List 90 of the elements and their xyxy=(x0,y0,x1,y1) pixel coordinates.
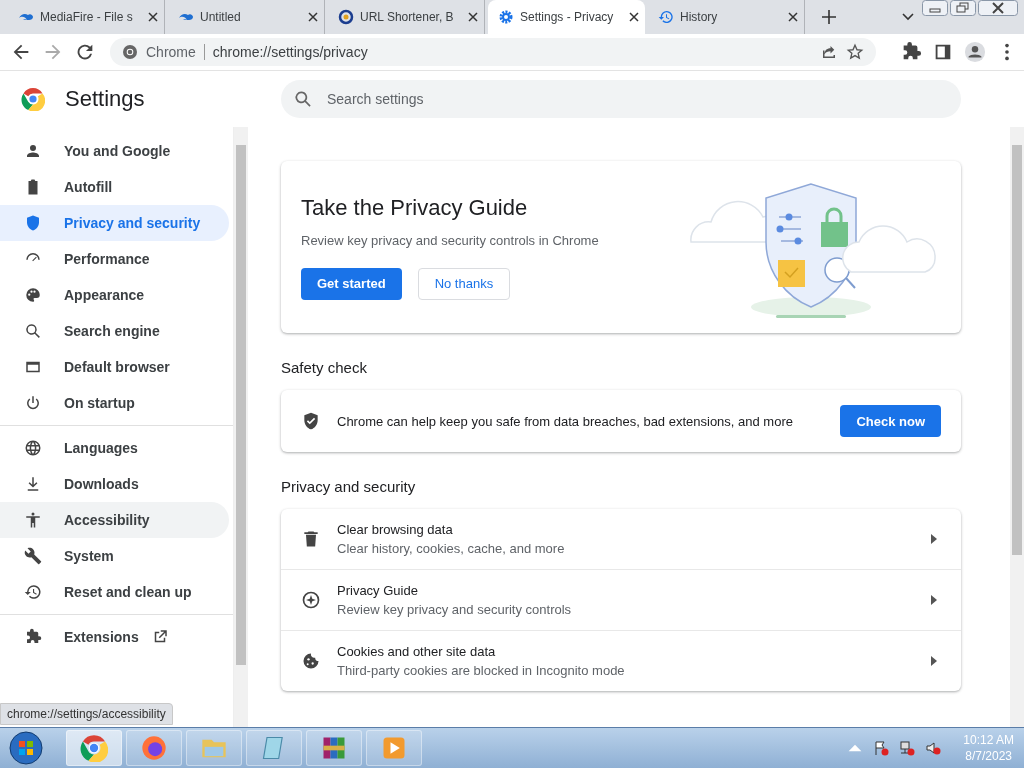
close-icon[interactable] xyxy=(629,12,639,22)
nav-icon xyxy=(24,547,42,565)
nav-icon xyxy=(24,214,42,232)
section-heading: Privacy and security xyxy=(281,478,417,495)
url-text: chrome://settings/privacy xyxy=(212,44,368,60)
arrow-icon xyxy=(931,656,937,666)
star-icon[interactable] xyxy=(846,43,864,61)
close-icon[interactable] xyxy=(978,0,1018,16)
tab-title: History xyxy=(680,10,719,24)
tab-title: MediaFire - File s xyxy=(40,10,134,24)
tab-title: Settings - Privacy xyxy=(520,10,615,24)
nav-icon xyxy=(24,286,42,304)
sidebar-item[interactable]: Autofill xyxy=(0,169,229,205)
sidebar-item[interactable]: Search engine xyxy=(0,313,229,349)
tab-title: URL Shortener, B xyxy=(360,10,455,24)
arrow-icon xyxy=(931,534,937,544)
safety-check-text: Chrome can help keep you safe from data breaches, bad extensions, and more xyxy=(337,413,794,429)
search-icon xyxy=(293,89,313,109)
sidebar-item[interactable]: Languages xyxy=(0,430,229,466)
nav-icon xyxy=(24,583,42,601)
settings-row[interactable]: Privacy Guide Review key privacy and security controls xyxy=(281,570,961,631)
restore-icon[interactable] xyxy=(950,0,976,16)
puzzle-icon xyxy=(24,628,42,646)
page-title: Settings xyxy=(65,86,145,112)
archive-taskbar-button[interactable] xyxy=(306,730,362,766)
search-field[interactable]: Search settings xyxy=(281,80,961,118)
shield-icon xyxy=(301,411,321,431)
site-label: Chrome xyxy=(146,44,196,60)
sidebar-item[interactable]: Appearance xyxy=(0,277,229,313)
nav-icon xyxy=(24,394,42,412)
chrome-taskbar-button[interactable] xyxy=(66,730,122,766)
row-title: Clear browsing data xyxy=(337,522,454,537)
time-text: 10:12 AM xyxy=(963,732,1014,748)
avatar-icon[interactable] xyxy=(964,41,986,63)
firefox-taskbar-button[interactable] xyxy=(126,730,182,766)
minimize-icon[interactable] xyxy=(922,0,948,16)
section-heading: Safety check xyxy=(281,359,368,376)
row-subtitle: Review key privacy and security controls xyxy=(337,602,573,617)
settings-row[interactable]: Clear browsing data Clear history, cookies, cache, and more xyxy=(281,509,961,570)
row-subtitle: Third-party cookies are blocked in Incognito mode xyxy=(337,663,626,678)
settings-icon xyxy=(498,9,514,25)
chrome-logo-icon xyxy=(80,734,108,762)
start-button[interactable] xyxy=(8,730,44,766)
close-icon[interactable] xyxy=(308,12,318,22)
row-title: Cookies and other site data xyxy=(337,644,497,659)
sidebar-item[interactable]: You and Google xyxy=(0,133,229,169)
browser-logo-icon xyxy=(140,734,168,762)
sidebar-item[interactable]: Performance xyxy=(0,241,229,277)
close-icon[interactable] xyxy=(148,12,158,22)
row-title: Privacy Guide xyxy=(337,583,419,598)
chrome-logo-icon xyxy=(122,44,138,60)
sidebar-item[interactable]: Downloads xyxy=(0,466,229,502)
browser-tab[interactable]: Settings - Privacy xyxy=(488,0,645,34)
scrollbar[interactable] xyxy=(1010,127,1024,727)
nav-icon xyxy=(24,511,42,529)
check-now-button[interactable]: Check now xyxy=(840,405,941,437)
sidebar-item[interactable]: Default browser xyxy=(0,349,229,385)
row-subtitle: Clear history, cookies, cache, and more xyxy=(337,541,566,556)
network-icon[interactable] xyxy=(899,740,916,756)
address-bar[interactable]: Chrome chrome://settings/privacy xyxy=(110,38,876,66)
sidebar-item[interactable]: Accessibility xyxy=(0,502,229,538)
nav-icon xyxy=(24,439,42,457)
flag-icon[interactable] xyxy=(873,740,890,756)
card-title: Take the Privacy Guide xyxy=(301,194,529,221)
chrome-logo-icon xyxy=(21,87,45,111)
scrollbar[interactable] xyxy=(234,127,248,727)
tab-title: Untitled xyxy=(200,10,242,24)
get-started-button[interactable]: Get started xyxy=(301,267,402,300)
arrow-icon xyxy=(931,595,937,605)
cookie-icon xyxy=(301,651,321,671)
close-icon[interactable] xyxy=(788,12,798,22)
no-thanks-button[interactable]: No thanks xyxy=(417,267,511,300)
date-text: 8/7/2023 xyxy=(965,748,1012,764)
sidebar-item[interactable]: Privacy and security xyxy=(0,205,229,241)
sidebar-item[interactable]: Reset and clean up xyxy=(0,574,229,610)
sidebar-item[interactable]: System xyxy=(0,538,229,574)
notepad-taskbar-button[interactable] xyxy=(246,730,302,766)
trash-icon xyxy=(301,529,321,549)
close-icon[interactable] xyxy=(468,12,478,22)
card-text: Review key privacy and security controls in Chrome xyxy=(301,232,600,248)
nav-icon xyxy=(24,142,42,160)
history-icon xyxy=(658,9,674,25)
nav-icon xyxy=(24,322,42,340)
muted-speaker-icon[interactable] xyxy=(925,740,942,756)
new-tab-icon[interactable] xyxy=(822,10,836,24)
settings-row[interactable]: Cookies and other site data Third-party cookies are blocked in Incognito mode xyxy=(281,631,961,691)
chevron-icon[interactable] xyxy=(902,13,914,21)
status-bubble: chrome://settings/accessibility xyxy=(0,703,173,725)
sidebar-item[interactable]: Extensions xyxy=(0,619,229,655)
sidebar-item[interactable]: On startup xyxy=(0,385,229,421)
